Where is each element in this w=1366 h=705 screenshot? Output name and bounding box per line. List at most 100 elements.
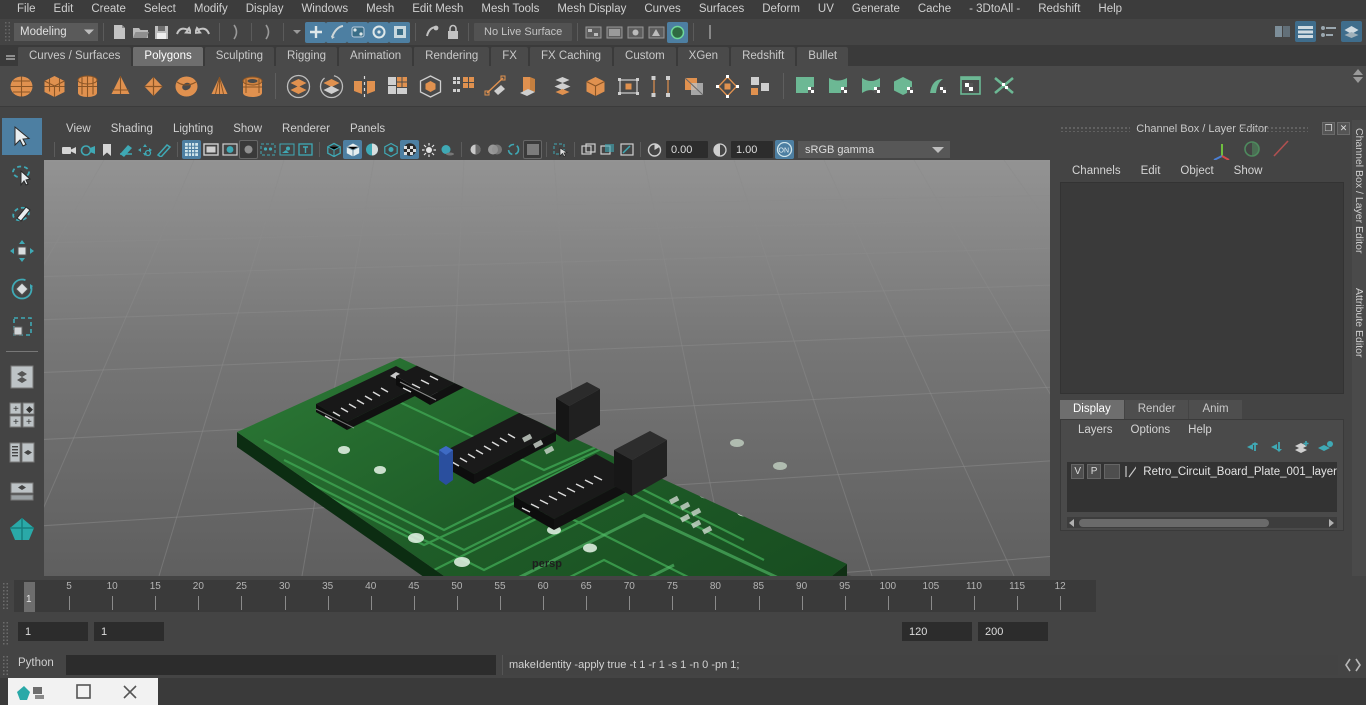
channel-menu-edit[interactable]: Edit [1131,165,1171,177]
shelf-tab-polygons[interactable]: Polygons [132,47,203,66]
menu-item-mesh[interactable]: Mesh [357,0,403,19]
poly-pyramid-icon[interactable] [203,70,236,103]
smooth-shade-all-icon[interactable] [343,140,362,159]
scale-tool[interactable] [2,308,42,345]
playback-start-field[interactable]: 1 [94,622,164,641]
new-scene-icon[interactable] [109,22,130,43]
construction-history-icon[interactable] [421,22,442,43]
ipr-render-icon[interactable] [604,22,625,43]
wedge-icon[interactable] [645,70,678,103]
shadow-map-icon[interactable] [438,140,457,159]
taskbar-close-button[interactable] [108,678,152,705]
anti-alias-icon[interactable] [504,140,523,159]
layer-tab-display[interactable]: Display [1060,400,1124,419]
shelf-grip[interactable] [4,45,17,66]
scroll-right-icon[interactable] [1329,518,1334,527]
chevron-down-icon[interactable] [293,30,301,34]
snap-projection-icon[interactable] [368,21,389,43]
motion-blur-icon[interactable] [485,140,504,159]
poly-torus-icon[interactable] [170,70,203,103]
uv-cut-sew-icon[interactable] [988,70,1021,103]
hypershade-persp-layout[interactable] [2,472,42,509]
menu-item-help[interactable]: Help [1089,0,1131,19]
menu-item-create[interactable]: Create [82,0,135,19]
toolbar-grip[interactable] [4,21,11,43]
command-input[interactable] [66,655,496,675]
select-objects-icon[interactable] [551,140,570,159]
shelf-tab-redshift[interactable]: Redshift [730,47,796,66]
menu-item-select[interactable]: Select [135,0,185,19]
scroll-left-icon[interactable] [1069,518,1074,527]
shelf-tab-curves-surfaces[interactable]: Curves / Surfaces [17,47,132,66]
toggle-panel-icon[interactable] [699,22,720,43]
uv-editor-icon[interactable] [955,70,988,103]
channel-menu-object[interactable]: Object [1170,165,1223,177]
multi-cut-icon[interactable] [480,70,513,103]
taskbar-window-button[interactable] [62,678,106,705]
menu-item-modify[interactable]: Modify [185,0,237,19]
menu-item-edit-mesh[interactable]: Edit Mesh [403,0,472,19]
move-tool[interactable] [2,232,42,269]
layer-menu-options[interactable]: Options [1122,424,1180,436]
sidebar-attribute-editor-icon[interactable] [1295,21,1316,42]
smooth-preview-icon[interactable] [414,70,447,103]
uv-automatic-icon[interactable] [889,70,922,103]
bookmark-icon[interactable] [97,140,116,159]
poly-cylinder-icon[interactable] [71,70,104,103]
layer-color-swatch-icon[interactable] [1123,464,1137,479]
shelf-tab-fx[interactable]: FX [490,47,528,66]
new-layer-from-selected-icon[interactable] [1294,440,1309,453]
script-editor-icon[interactable] [1344,656,1362,674]
range-slider-grip[interactable] [2,621,9,645]
isolate-select-icon[interactable] [579,140,598,159]
shelf-tab-animation[interactable]: Animation [338,47,413,66]
gamma-field[interactable]: 1.00 [731,141,773,158]
exposure-icon[interactable] [645,140,664,159]
grab-tool-icon[interactable] [135,140,154,159]
paint-brush-icon[interactable] [154,140,173,159]
layer-shading-toggle[interactable] [1103,464,1120,479]
boolean-icon[interactable] [678,70,711,103]
viewport-menu-view[interactable]: View [56,120,101,139]
grid-toggle-icon[interactable] [182,140,201,159]
channel-box-toolbar-icons[interactable] [1202,138,1312,160]
layer-menu-layers[interactable]: Layers [1069,424,1122,436]
shelf-tab-rendering[interactable]: Rendering [413,47,490,66]
vertical-tab-attribute-editor[interactable]: Attribute Editor [1352,280,1366,365]
vertical-tab-channel-box[interactable]: Channel Box / Layer Editor [1352,120,1366,262]
snap-point-icon[interactable] [347,21,368,43]
extrude-icon[interactable] [513,70,546,103]
command-output[interactable]: makeIdentity -apply true -t 1 -r 1 -s 1 … [502,655,1338,675]
channel-menu-channels[interactable]: Channels [1062,165,1131,177]
select-tool[interactable] [2,118,42,155]
shelf-tab-rigging[interactable]: Rigging [275,47,338,66]
layer-list[interactable]: V P Retro_Circuit_Board_Plate_001_layer [1067,462,1337,512]
time-slider-grip[interactable] [2,582,9,610]
open-scene-icon[interactable] [130,22,151,43]
paint-select-tool[interactable] [2,194,42,231]
uv-unfold-icon[interactable] [922,70,955,103]
shelf-tab-bullet[interactable]: Bullet [796,47,849,66]
uv-cylindrical-icon[interactable] [823,70,856,103]
selection-mask-1-icon[interactable] [225,22,246,43]
isolate-select-remove-icon[interactable] [617,140,636,159]
poly-plane-icon[interactable] [137,70,170,103]
panel-grip-right[interactable] [1238,126,1308,132]
menu-item-3dtoall[interactable]: - 3DtoAll - [960,0,1029,19]
scroll-down-icon[interactable] [1353,77,1363,83]
poly-cone-icon[interactable] [104,70,137,103]
outliner-persp-layout[interactable] [2,434,42,471]
range-end-field[interactable]: 200 [978,622,1048,641]
move-layer-down-icon[interactable] [1270,440,1285,453]
range-start-field[interactable]: 1 [18,622,88,641]
snap-grid-icon[interactable] [305,21,326,43]
menu-item-uv[interactable]: UV [809,0,843,19]
menu-item-generate[interactable]: Generate [843,0,909,19]
xray-active-components-icon[interactable] [277,140,296,159]
four-view-layout[interactable]: + ◆ + + [2,396,42,433]
shelf-tab-sculpting[interactable]: Sculpting [203,47,275,66]
image-plane-icon[interactable] [116,140,135,159]
perspective-viewport[interactable]: y x z persp [44,160,1050,576]
time-slider-ticks[interactable]: 1 5 10 15 20 25 30 35 40 45 50 55 60 65 70 75 80 85 90 95 1… [14,580,1096,612]
save-scene-icon[interactable] [151,22,172,43]
